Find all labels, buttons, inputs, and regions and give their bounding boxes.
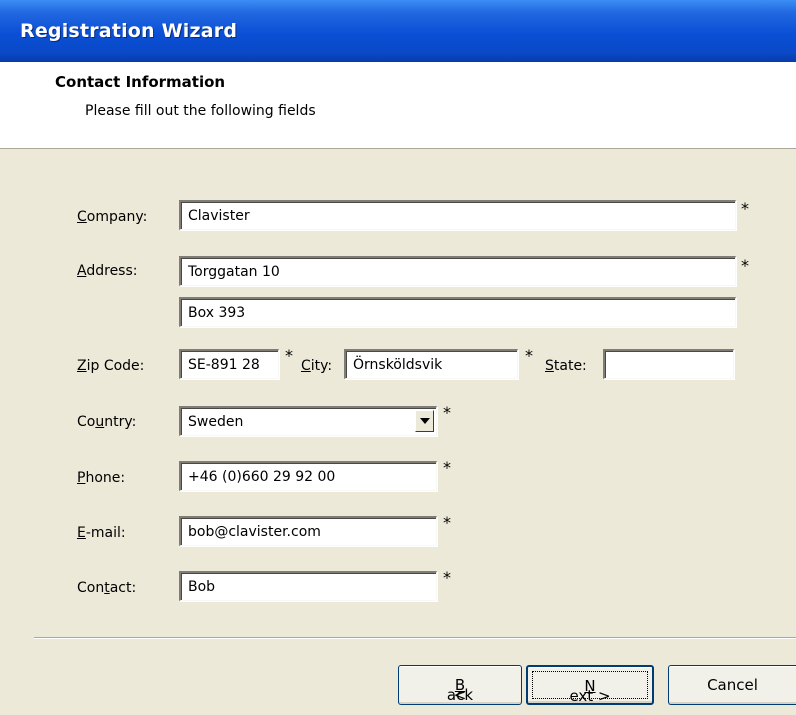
required-marker: * xyxy=(741,199,749,218)
required-marker: * xyxy=(285,346,293,365)
cancel-button-label: Cancel xyxy=(707,676,758,694)
address-label: Address: xyxy=(77,263,138,279)
required-marker: * xyxy=(741,256,749,275)
required-marker: * xyxy=(443,458,451,477)
separator-line xyxy=(34,637,796,639)
next-button[interactable]: Next > xyxy=(526,665,654,705)
back-button[interactable]: < Back xyxy=(398,665,522,705)
contact-field[interactable]: Bob xyxy=(179,571,437,601)
email-label: E-mail: xyxy=(77,525,126,541)
required-marker: * xyxy=(443,403,451,422)
company-field[interactable]: Clavister xyxy=(179,200,736,230)
cancel-button[interactable]: Cancel xyxy=(668,665,796,705)
zip-code-label: Zip Code: xyxy=(77,358,145,374)
contact-label: Contact: xyxy=(77,580,137,596)
window-title: Registration Wizard xyxy=(20,20,238,42)
next-button-label: Next > xyxy=(569,677,611,705)
city-label: City: xyxy=(301,358,333,374)
dropdown-arrow-button[interactable] xyxy=(415,410,434,432)
zip-code-field[interactable]: SE-891 28 xyxy=(179,349,279,379)
chevron-down-icon xyxy=(420,418,430,424)
country-select[interactable]: Sweden xyxy=(179,406,437,436)
page-title: Contact Information xyxy=(55,73,226,91)
page-subtitle: Please fill out the following fields xyxy=(85,103,316,119)
email-field[interactable]: bob@clavister.com xyxy=(179,516,437,546)
country-label: Country: xyxy=(77,414,137,430)
state-field[interactable] xyxy=(603,349,734,379)
phone-label: Phone: xyxy=(77,470,126,486)
city-field[interactable]: Örnsköldsvik xyxy=(344,349,518,379)
state-label: State: xyxy=(545,358,587,374)
company-label: Company: xyxy=(77,209,148,225)
wizard-header: Contact Information Please fill out the … xyxy=(0,62,796,149)
back-button-label: < Back xyxy=(446,676,474,704)
address-line1-field[interactable]: Torggatan 10 xyxy=(179,256,736,286)
required-marker: * xyxy=(525,346,533,365)
address-line2-field[interactable]: Box 393 xyxy=(179,297,736,327)
required-marker: * xyxy=(443,568,451,587)
title-bar[interactable]: Registration Wizard xyxy=(0,0,796,63)
required-marker: * xyxy=(443,513,451,532)
phone-field[interactable]: +46 (0)660 29 92 00 xyxy=(179,461,437,491)
